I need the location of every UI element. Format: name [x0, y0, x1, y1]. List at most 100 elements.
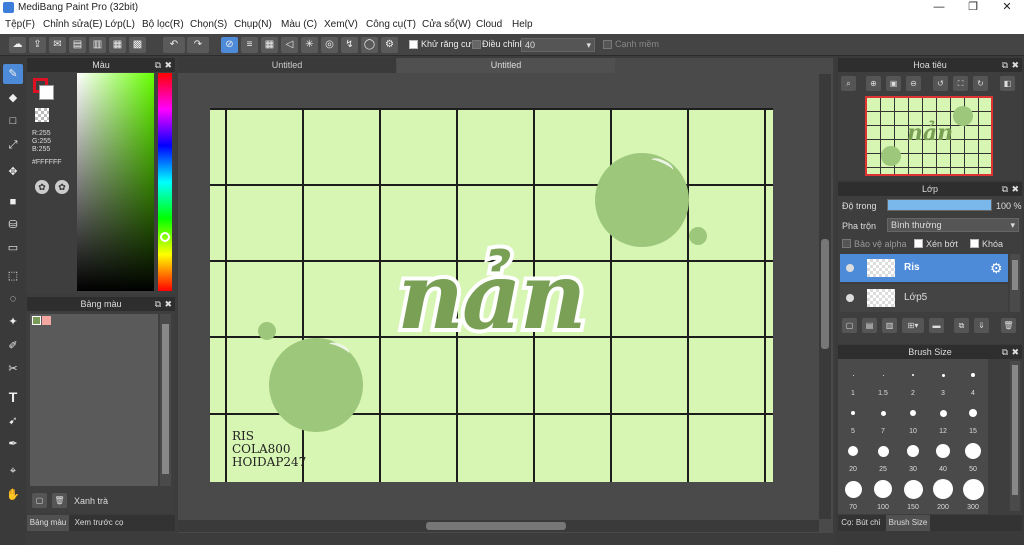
ellipse-snap-icon[interactable]: ◯ [361, 37, 378, 53]
brush-size-cell[interactable]: 3 [928, 362, 958, 398]
tab-palette[interactable]: Bảng màu [27, 515, 69, 531]
brush-size-cell[interactable]: 20 [838, 438, 868, 474]
document-icon[interactable]: ▥ [89, 37, 106, 53]
dot-tool-icon[interactable]: □ [3, 111, 23, 131]
color-wheel-settings-icon[interactable]: ✿ [55, 180, 69, 194]
gear-icon[interactable]: ⚙ [990, 260, 1003, 277]
comment-icon[interactable]: ▤ [69, 37, 86, 53]
hue-handle[interactable] [160, 232, 170, 242]
concentric-snap-icon[interactable]: ◎ [321, 37, 338, 53]
actual-size-icon[interactable]: ▣ [886, 76, 901, 91]
flip-icon[interactable]: ◧ [1000, 76, 1015, 91]
menu-layer[interactable]: Lớp(L) [105, 19, 135, 30]
drawing-canvas[interactable]: nản RIS COLA800 HOIDAP247 [210, 108, 773, 482]
perspective-snap-icon[interactable]: ◁ [281, 37, 298, 53]
blend-mode-dropdown[interactable]: Bình thường ▾ [887, 218, 1019, 232]
tab-brush-preview[interactable]: Xem trước cọ [71, 515, 127, 531]
redo-icon[interactable]: ↷ [187, 37, 209, 53]
palette-scroll-thumb[interactable] [162, 324, 169, 474]
duplicate-layer-icon[interactable]: ⧉ [954, 318, 969, 333]
rotate-left-icon[interactable]: ↺ [933, 76, 948, 91]
brush-size-cell[interactable]: 25 [868, 438, 898, 474]
menu-color[interactable]: Màu (C) [281, 19, 317, 30]
layer-row-lop5[interactable]: Lớp5 [840, 284, 1008, 312]
menu-help[interactable]: Help [512, 19, 533, 30]
canvas-tab-2[interactable]: Untitled [397, 58, 615, 73]
adjust-dropdown[interactable]: 40 ▾ [521, 38, 595, 52]
brush-size-cell[interactable]: 7 [868, 400, 898, 436]
transparent-color-swatch[interactable] [35, 108, 49, 122]
menu-filter[interactable]: Bộ lọc(R) [142, 19, 184, 30]
zoom-in-icon[interactable]: ⊕ [866, 76, 881, 91]
snap-settings-icon[interactable]: ⚙ [381, 37, 398, 53]
close-icon[interactable]: ✖ [164, 58, 172, 72]
close-icon[interactable]: ✖ [1011, 58, 1019, 72]
horizontal-scroll-thumb[interactable] [426, 522, 566, 530]
detach-icon[interactable]: ⧉ [1002, 182, 1008, 196]
rotate-right-icon[interactable]: ↻ [973, 76, 988, 91]
chat-icon[interactable]: ✉ [49, 37, 66, 53]
trash-icon[interactable]: 🗑 [1001, 318, 1016, 333]
detach-icon[interactable]: ⧉ [1002, 58, 1008, 72]
brush-size-cell[interactable]: 1.5 [868, 362, 898, 398]
brush-size-cell[interactable]: 200 [928, 476, 958, 512]
new-8bit-layer-icon[interactable]: ▥ [882, 318, 897, 333]
lock-checkbox[interactable] [970, 239, 979, 248]
cloud-icon[interactable]: ☁ [9, 37, 26, 53]
tiles-icon[interactable]: ▩ [129, 37, 146, 53]
menu-select[interactable]: Chọn(S) [190, 19, 227, 30]
brush-size-cell[interactable]: 150 [898, 476, 928, 512]
eyedropper-icon[interactable]: ⌖ [3, 461, 23, 481]
gradient-tool-icon[interactable]: ▭ [3, 238, 23, 258]
brush-size-cell[interactable]: 12 [928, 400, 958, 436]
brush-size-cell[interactable]: 300 [958, 476, 988, 512]
layer-row-ris[interactable]: Ris ⚙ [840, 254, 1008, 282]
palette-swatch-pink[interactable] [42, 316, 51, 325]
brush-size-cell[interactable]: 2 [898, 362, 928, 398]
magic-wand-icon[interactable]: ✦ [3, 312, 23, 332]
antialias-checkbox[interactable] [409, 40, 418, 49]
brush-size-cell[interactable]: 15 [958, 400, 988, 436]
menu-edit[interactable]: Chỉnh sửa(E) [43, 19, 103, 30]
menu-cloud[interactable]: Cloud [476, 19, 502, 30]
trash-icon[interactable]: 🗑 [52, 493, 67, 508]
line-tool-icon[interactable]: ⤢ [3, 135, 23, 155]
menu-file[interactable]: Tệp(F) [5, 19, 35, 30]
layer-scrollbar[interactable] [1010, 254, 1020, 312]
brush-size-cell[interactable]: 50 [958, 438, 988, 474]
tab-brush-size[interactable]: Brush Size [886, 515, 930, 531]
palette-scrollbar[interactable] [160, 314, 171, 486]
parallel-snap-icon[interactable]: ≡ [241, 37, 258, 53]
minimize-button[interactable]: — [922, 0, 956, 16]
undo-icon[interactable]: ↶ [163, 37, 185, 53]
menu-view[interactable]: Xem(V) [324, 19, 358, 30]
brush-scroll-thumb[interactable] [1012, 365, 1018, 495]
palette-swatch-green[interactable] [32, 316, 41, 325]
close-button[interactable]: ✕ [990, 0, 1024, 16]
curve-snap-icon[interactable]: ↯ [341, 37, 358, 53]
brush-size-cell[interactable]: 4 [958, 362, 988, 398]
tab-brush[interactable]: Cọ: Bút chì [838, 515, 884, 531]
select-pen-icon[interactable]: ✐ [3, 336, 23, 356]
detach-icon[interactable]: ⧉ [155, 297, 161, 311]
brush-size-cell[interactable]: 100 [868, 476, 898, 512]
opacity-slider[interactable] [887, 199, 992, 211]
share-icon[interactable]: ⇪ [29, 37, 46, 53]
close-icon[interactable]: ✖ [1011, 182, 1019, 196]
layer-scroll-thumb[interactable] [1012, 260, 1018, 290]
detach-icon[interactable]: ⧉ [155, 58, 161, 72]
navigator-preview[interactable]: nản [865, 96, 993, 176]
saturation-value-picker[interactable] [77, 73, 154, 291]
brush-scrollbar[interactable] [1010, 361, 1020, 511]
new-palette-icon[interactable]: ▢ [32, 493, 47, 508]
close-icon[interactable]: ✖ [164, 297, 172, 311]
new-layer-icon[interactable]: ▢ [842, 318, 857, 333]
merge-down-icon[interactable]: ⇓ [974, 318, 989, 333]
menu-tools[interactable]: Công cụ(T) [366, 19, 416, 30]
menu-capture[interactable]: Chụp(N) [234, 19, 272, 30]
visibility-icon[interactable] [846, 264, 854, 272]
background-color-swatch[interactable] [39, 85, 54, 100]
text-tool-icon[interactable]: T [3, 387, 23, 407]
zoom-fit-icon[interactable]: ⌕ [841, 76, 856, 91]
hand-tool-icon[interactable]: ✋ [3, 485, 23, 505]
